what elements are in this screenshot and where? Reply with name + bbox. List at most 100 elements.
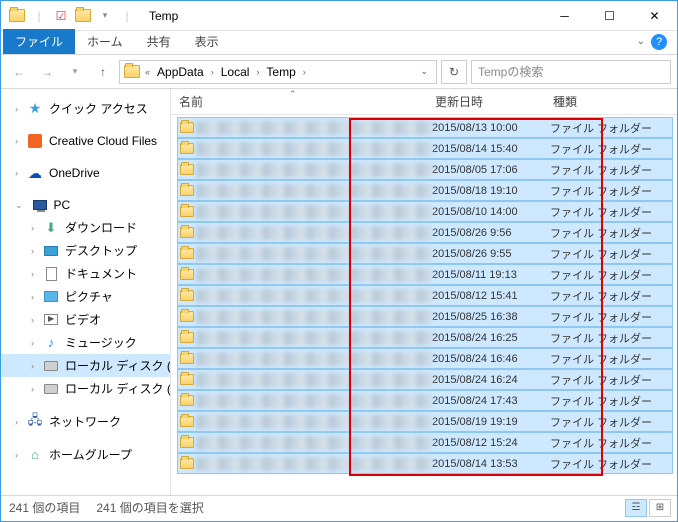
star-icon: ★ bbox=[27, 101, 43, 117]
file-date: 2015/08/14 13:53 bbox=[432, 458, 550, 470]
sidebar-item-network[interactable]: ›🖧ネットワーク bbox=[1, 410, 170, 433]
qat-folder-icon[interactable] bbox=[75, 8, 91, 24]
file-row[interactable]: 2015/08/26 9:55ファイル フォルダー bbox=[177, 243, 673, 264]
tab-share[interactable]: 共有 bbox=[135, 29, 183, 54]
maximize-button[interactable]: ☐ bbox=[587, 1, 632, 30]
up-button[interactable]: ↑ bbox=[91, 60, 115, 84]
column-type[interactable]: 種類 bbox=[553, 93, 677, 110]
sidebar-item-label: PC bbox=[54, 198, 71, 212]
file-date: 2015/08/12 15:41 bbox=[432, 290, 550, 302]
file-name bbox=[196, 268, 432, 282]
homegroup-icon: ⌂ bbox=[27, 447, 43, 463]
sidebar-item-label: ドキュメント bbox=[65, 265, 137, 282]
qat-properties-icon[interactable]: ☑ bbox=[53, 8, 69, 24]
titlebar: | ☑ ▾ | Temp ─ ☐ ✕ bbox=[1, 1, 677, 31]
file-row[interactable]: 2015/08/14 13:53ファイル フォルダー bbox=[177, 453, 673, 474]
sidebar-item-label: ミュージック bbox=[65, 334, 137, 351]
sidebar-item-creative-cloud[interactable]: ›Creative Cloud Files bbox=[1, 130, 170, 152]
sidebar-item-download[interactable]: ›⬇ダウンロード bbox=[1, 216, 170, 239]
chevron-right-icon[interactable]: › bbox=[253, 67, 262, 77]
chevron-right-icon[interactable]: › bbox=[208, 67, 217, 77]
file-row[interactable]: 2015/08/13 10:00ファイル フォルダー bbox=[177, 117, 673, 138]
breadcrumb-local[interactable]: Local bbox=[219, 65, 252, 79]
file-name bbox=[196, 289, 432, 303]
address-bar[interactable]: « AppData › Local › Temp › ⌄ bbox=[119, 60, 437, 84]
sidebar-item-label: クイック アクセス bbox=[49, 100, 148, 117]
sidebar-item-pictures[interactable]: ›ピクチャ bbox=[1, 285, 170, 308]
sidebar-item-music[interactable]: ›♪ミュージック bbox=[1, 331, 170, 354]
sidebar: ›★クイック アクセス ›Creative Cloud Files ›☁OneD… bbox=[1, 89, 171, 495]
sidebar-item-documents[interactable]: ›ドキュメント bbox=[1, 262, 170, 285]
folder-icon bbox=[178, 185, 196, 196]
close-button[interactable]: ✕ bbox=[632, 1, 677, 30]
help-icon[interactable]: ? bbox=[651, 34, 667, 50]
chevron-right-icon[interactable]: › bbox=[300, 67, 309, 77]
qat-dropdown-icon[interactable]: ▾ bbox=[97, 8, 113, 24]
qat-separator2: | bbox=[119, 8, 135, 24]
window-title: Temp bbox=[143, 9, 542, 23]
file-row[interactable]: 2015/08/24 17:43ファイル フォルダー bbox=[177, 390, 673, 411]
sidebar-item-pc[interactable]: ⌄PC bbox=[1, 194, 170, 216]
file-row[interactable]: 2015/08/11 19:13ファイル フォルダー bbox=[177, 264, 673, 285]
file-row[interactable]: 2015/08/24 16:25ファイル フォルダー bbox=[177, 327, 673, 348]
file-row[interactable]: 2015/08/14 15:40ファイル フォルダー bbox=[177, 138, 673, 159]
sidebar-item-onedrive[interactable]: ›☁OneDrive bbox=[1, 162, 170, 184]
folder-icon bbox=[178, 374, 196, 385]
column-date[interactable]: 更新日時 bbox=[435, 93, 553, 110]
column-label: 名前 bbox=[179, 95, 203, 109]
sidebar-item-desktop[interactable]: ›デスクトップ bbox=[1, 239, 170, 262]
sidebar-item-disk-e[interactable]: ›ローカル ディスク (E:) bbox=[1, 377, 170, 400]
file-date: 2015/08/24 16:24 bbox=[432, 374, 550, 386]
minimize-button[interactable]: ─ bbox=[542, 1, 587, 30]
file-name bbox=[196, 184, 432, 198]
search-input[interactable]: Tempの検索 bbox=[471, 60, 671, 84]
file-row[interactable]: 2015/08/12 15:41ファイル フォルダー bbox=[177, 285, 673, 306]
forward-button[interactable]: → bbox=[35, 60, 59, 84]
file-date: 2015/08/11 19:13 bbox=[432, 269, 550, 281]
file-date: 2015/08/26 9:56 bbox=[432, 227, 550, 239]
file-date: 2015/08/13 10:00 bbox=[432, 122, 550, 134]
file-row[interactable]: 2015/08/19 19:19ファイル フォルダー bbox=[177, 411, 673, 432]
file-row[interactable]: 2015/08/12 15:24ファイル フォルダー bbox=[177, 432, 673, 453]
file-date: 2015/08/14 15:40 bbox=[432, 143, 550, 155]
breadcrumb-temp[interactable]: Temp bbox=[264, 65, 297, 79]
sidebar-item-disk-c[interactable]: ›ローカル ディスク (C:) bbox=[1, 354, 170, 377]
tab-home[interactable]: ホーム bbox=[75, 29, 135, 54]
file-row[interactable]: 2015/08/05 17:06ファイル フォルダー bbox=[177, 159, 673, 180]
view-icons-button[interactable]: ⊞ bbox=[649, 499, 671, 517]
navbar: ← → ▾ ↑ « AppData › Local › Temp › ⌄ ↻ T… bbox=[1, 55, 677, 89]
file-list[interactable]: 2015/08/13 10:00ファイル フォルダー2015/08/14 15:… bbox=[171, 115, 677, 495]
sidebar-item-label: ビデオ bbox=[65, 311, 101, 328]
file-type: ファイル フォルダー bbox=[550, 267, 672, 283]
file-name bbox=[196, 247, 432, 261]
file-row[interactable]: 2015/08/10 14:00ファイル フォルダー bbox=[177, 201, 673, 222]
content-area: ›★クイック アクセス ›Creative Cloud Files ›☁OneD… bbox=[1, 89, 677, 495]
folder-icon bbox=[178, 353, 196, 364]
file-row[interactable]: 2015/08/24 16:46ファイル フォルダー bbox=[177, 348, 673, 369]
view-details-button[interactable]: ☲ bbox=[625, 499, 647, 517]
back-button[interactable]: ← bbox=[7, 60, 31, 84]
breadcrumb-appdata[interactable]: AppData bbox=[155, 65, 206, 79]
folder-icon bbox=[178, 332, 196, 343]
tab-file[interactable]: ファイル bbox=[3, 29, 75, 54]
file-date: 2015/08/24 17:43 bbox=[432, 395, 550, 407]
address-dropdown-icon[interactable]: ⌄ bbox=[416, 66, 432, 77]
sidebar-item-label: デスクトップ bbox=[65, 242, 137, 259]
chevron-right-icon[interactable]: « bbox=[142, 67, 153, 77]
folder-icon bbox=[178, 143, 196, 154]
column-name[interactable]: 名前⌃ bbox=[179, 93, 435, 110]
sidebar-item-homegroup[interactable]: ›⌂ホームグループ bbox=[1, 443, 170, 466]
file-row[interactable]: 2015/08/24 16:24ファイル フォルダー bbox=[177, 369, 673, 390]
status-bar: 241 個の項目 241 個の項目を選択 ☲ ⊞ bbox=[1, 495, 677, 519]
ribbon-expand-icon[interactable]: ⌄ bbox=[637, 36, 645, 47]
file-type: ファイル フォルダー bbox=[550, 183, 672, 199]
tab-view[interactable]: 表示 bbox=[183, 29, 231, 54]
file-row[interactable]: 2015/08/18 19:10ファイル フォルダー bbox=[177, 180, 673, 201]
sidebar-item-label: OneDrive bbox=[49, 166, 100, 180]
file-row[interactable]: 2015/08/26 9:56ファイル フォルダー bbox=[177, 222, 673, 243]
sidebar-item-videos[interactable]: ›ビデオ bbox=[1, 308, 170, 331]
history-dropdown-icon[interactable]: ▾ bbox=[63, 60, 87, 84]
refresh-button[interactable]: ↻ bbox=[441, 60, 467, 84]
file-row[interactable]: 2015/08/25 16:38ファイル フォルダー bbox=[177, 306, 673, 327]
sidebar-item-quick-access[interactable]: ›★クイック アクセス bbox=[1, 97, 170, 120]
